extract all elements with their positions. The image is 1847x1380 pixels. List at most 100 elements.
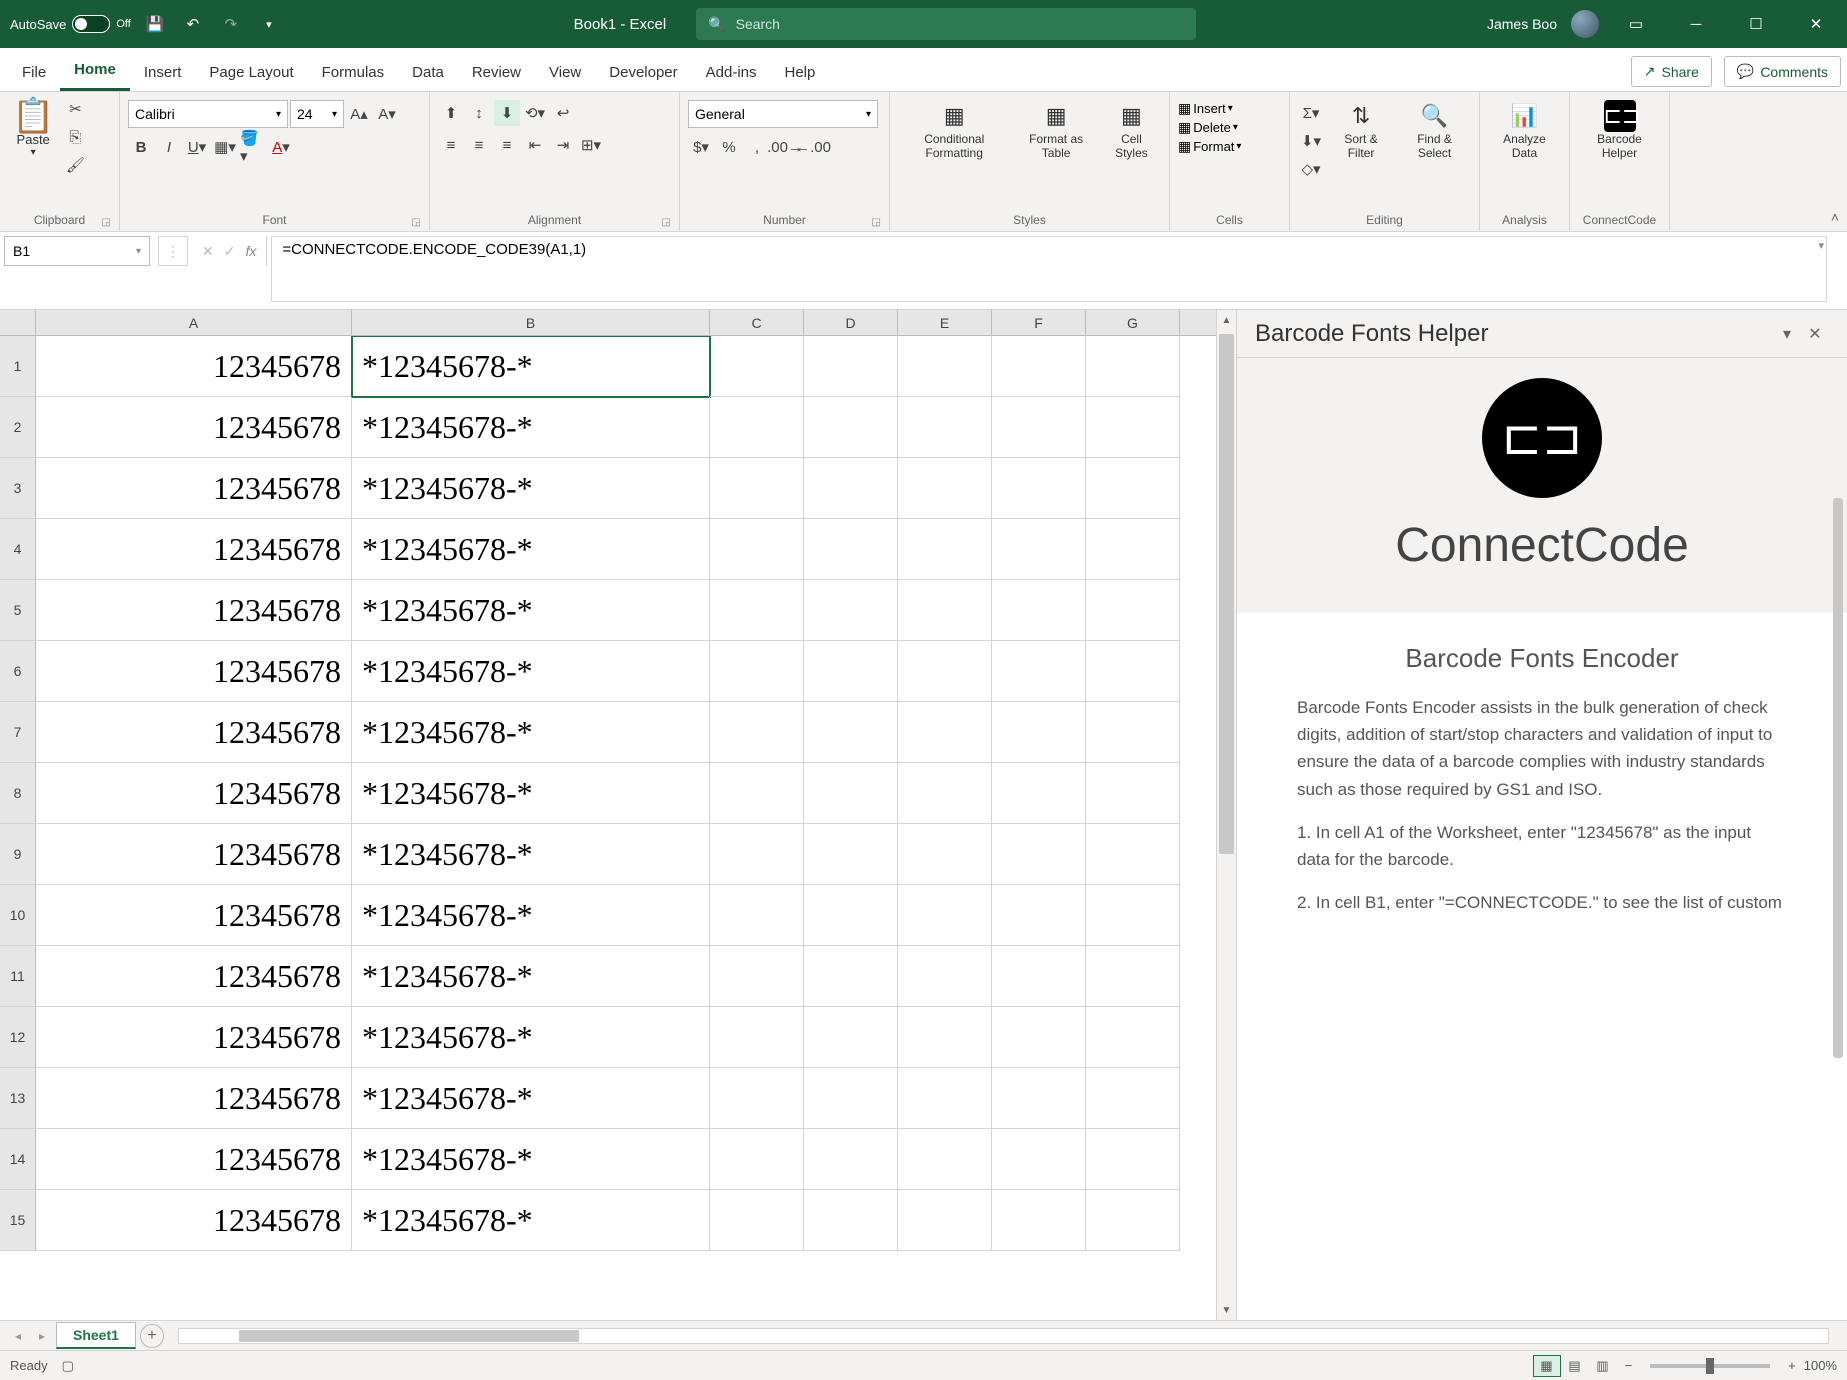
orientation-icon[interactable]: ⟲▾	[522, 100, 548, 126]
font-color-icon[interactable]: A▾	[268, 134, 294, 160]
cell[interactable]	[992, 519, 1086, 580]
user-name[interactable]: James Boo	[1487, 16, 1557, 32]
row-header[interactable]: 9	[0, 824, 36, 885]
row-header[interactable]: 4	[0, 519, 36, 580]
autosum-icon[interactable]: Σ▾	[1298, 100, 1324, 126]
grow-font-icon[interactable]: A▴	[346, 101, 372, 127]
cell[interactable]	[898, 397, 992, 458]
font-size-combo[interactable]: 24▾	[290, 100, 344, 128]
sheet-tab-sheet1[interactable]: Sheet1	[56, 1322, 136, 1349]
cell[interactable]	[992, 763, 1086, 824]
percent-icon[interactable]: %	[716, 134, 742, 160]
row-header[interactable]: 10	[0, 885, 36, 946]
cell[interactable]: 12345678	[36, 885, 352, 946]
cell[interactable]: 12345678	[36, 641, 352, 702]
fill-color-icon[interactable]: 🪣▾	[240, 134, 266, 160]
tab-insert[interactable]: Insert	[130, 54, 196, 91]
taskpane-close-icon[interactable]: ✕	[1801, 320, 1829, 348]
cell[interactable]	[898, 641, 992, 702]
col-header-e[interactable]: E	[898, 310, 992, 335]
increase-indent-icon[interactable]: ⇥	[550, 132, 576, 158]
cell[interactable]	[992, 1129, 1086, 1190]
currency-icon[interactable]: $▾	[688, 134, 714, 160]
cell[interactable]: 12345678	[36, 1190, 352, 1251]
autosave-switch[interactable]	[72, 15, 110, 33]
cell[interactable]	[1086, 824, 1180, 885]
conditional-formatting-button[interactable]: ▦Conditional Formatting	[898, 96, 1010, 164]
cell[interactable]	[898, 580, 992, 641]
cell[interactable]	[710, 458, 804, 519]
zoom-in-icon[interactable]: +	[1788, 1358, 1796, 1373]
comments-button[interactable]: 💬Comments	[1724, 56, 1841, 87]
cell[interactable]: 12345678	[36, 458, 352, 519]
cell[interactable]: 12345678	[36, 1068, 352, 1129]
decrease-indent-icon[interactable]: ⇤	[522, 132, 548, 158]
cell-styles-button[interactable]: ▦Cell Styles	[1102, 96, 1161, 164]
cell[interactable]: 12345678	[36, 824, 352, 885]
number-format-combo[interactable]: General▾	[688, 100, 878, 128]
cell[interactable]	[710, 885, 804, 946]
cell[interactable]	[992, 641, 1086, 702]
cell[interactable]	[1086, 1007, 1180, 1068]
cell[interactable]	[804, 1190, 898, 1251]
vertical-scrollbar[interactable]: ▲ ▼	[1216, 310, 1236, 1320]
cell[interactable]	[804, 397, 898, 458]
cell[interactable]	[804, 763, 898, 824]
align-right-icon[interactable]: ≡	[494, 132, 520, 158]
row-header[interactable]: 12	[0, 1007, 36, 1068]
middle-align-icon[interactable]: ↕	[466, 100, 492, 126]
cell[interactable]	[710, 946, 804, 1007]
row-header[interactable]: 13	[0, 1068, 36, 1129]
col-header-b[interactable]: B	[352, 310, 710, 335]
cell[interactable]	[898, 885, 992, 946]
underline-button[interactable]: U▾	[184, 134, 210, 160]
tab-formulas[interactable]: Formulas	[308, 54, 399, 91]
row-header[interactable]: 8	[0, 763, 36, 824]
cell[interactable]	[804, 641, 898, 702]
name-box[interactable]: B1 ▾	[4, 236, 150, 266]
tab-addins[interactable]: Add-ins	[692, 54, 771, 91]
col-header-f[interactable]: F	[992, 310, 1086, 335]
cell[interactable]	[992, 397, 1086, 458]
cell[interactable]	[1086, 458, 1180, 519]
cell[interactable]	[1086, 641, 1180, 702]
col-header-a[interactable]: A	[36, 310, 352, 335]
cell[interactable]	[1086, 519, 1180, 580]
cell[interactable]	[710, 336, 804, 397]
cell[interactable]: *12345678-*	[352, 580, 710, 641]
cell[interactable]	[710, 519, 804, 580]
cell[interactable]	[898, 1129, 992, 1190]
cell[interactable]	[992, 458, 1086, 519]
cell[interactable]	[710, 641, 804, 702]
cell[interactable]: *12345678-*	[352, 946, 710, 1007]
fill-icon[interactable]: ⬇▾	[1298, 128, 1324, 154]
user-avatar[interactable]	[1571, 10, 1599, 38]
cell[interactable]	[992, 1007, 1086, 1068]
launcher-icon[interactable]: ◲	[412, 217, 421, 228]
cell[interactable]	[898, 702, 992, 763]
fx-icon[interactable]: fx	[245, 243, 256, 259]
page-layout-view-icon[interactable]: ▤	[1561, 1355, 1589, 1377]
cell[interactable]: *12345678-*	[352, 885, 710, 946]
search-box[interactable]: 🔍 Search	[696, 8, 1196, 40]
cell[interactable]: 12345678	[36, 580, 352, 641]
tab-developer[interactable]: Developer	[595, 54, 691, 91]
cell[interactable]: *12345678-*	[352, 1007, 710, 1068]
cell[interactable]	[992, 1068, 1086, 1129]
launcher-icon[interactable]: ◲	[102, 217, 111, 228]
cell[interactable]	[710, 1007, 804, 1068]
redo-icon[interactable]: ↷	[217, 10, 245, 38]
zoom-slider[interactable]	[1650, 1364, 1770, 1368]
cell[interactable]	[804, 885, 898, 946]
launcher-icon[interactable]: ◲	[662, 217, 671, 228]
cell[interactable]	[1086, 1129, 1180, 1190]
zoom-level[interactable]: 100%	[1804, 1358, 1837, 1373]
row-header[interactable]: 3	[0, 458, 36, 519]
cell[interactable]: *12345678-*	[352, 519, 710, 580]
barcode-helper-button[interactable]: ⊏⊐Barcode Helper	[1578, 96, 1661, 164]
cell[interactable]	[804, 458, 898, 519]
cell[interactable]	[1086, 580, 1180, 641]
cell[interactable]: 12345678	[36, 336, 352, 397]
cell[interactable]	[992, 885, 1086, 946]
align-center-icon[interactable]: ≡	[466, 132, 492, 158]
